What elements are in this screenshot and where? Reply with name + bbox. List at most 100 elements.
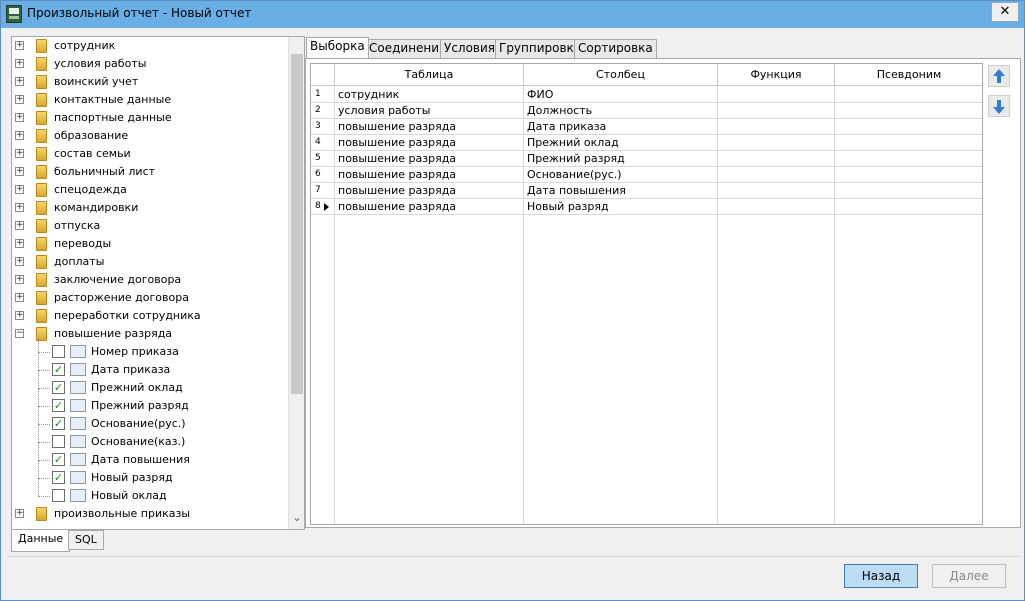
tree-field[interactable]: ✓ Прежний разряд xyxy=(12,397,288,415)
expand-icon[interactable]: + xyxy=(15,203,24,212)
expand-icon[interactable]: + xyxy=(15,167,24,176)
cell-table[interactable]: повышение разряда xyxy=(335,183,524,199)
tree-field[interactable]: Номер приказа xyxy=(12,343,288,361)
scroll-down-icon[interactable]: ⌄ xyxy=(291,511,303,525)
tree-folder[interactable]: + произвольные приказы xyxy=(12,505,288,523)
tab-selection[interactable]: Выборка xyxy=(306,37,369,58)
cell-alias[interactable] xyxy=(835,167,982,183)
expand-icon[interactable]: + xyxy=(15,59,24,68)
table-row[interactable]: 2 условия работы Должность xyxy=(311,103,982,119)
move-up-button[interactable] xyxy=(988,65,1010,87)
table-row[interactable]: 7 повышение разряда Дата повышения xyxy=(311,183,982,199)
collapse-icon[interactable]: − xyxy=(15,329,24,338)
table-row[interactable]: 4 повышение разряда Прежний оклад xyxy=(311,135,982,151)
expand-icon[interactable]: + xyxy=(15,185,24,194)
tree-field[interactable]: Основание(каз.) xyxy=(12,433,288,451)
cell-alias[interactable] xyxy=(835,199,982,215)
expand-icon[interactable]: + xyxy=(15,113,24,122)
cell-table[interactable]: повышение разряда xyxy=(335,119,524,135)
tab-joins[interactable]: Соединения xyxy=(365,39,451,58)
cell-table[interactable]: условия работы xyxy=(335,103,524,119)
checkbox-checked[interactable]: ✓ xyxy=(52,399,65,412)
header-alias[interactable]: Псевдоним xyxy=(835,64,982,86)
cell-func[interactable] xyxy=(718,135,835,151)
checkbox-checked[interactable]: ✓ xyxy=(52,381,65,394)
expand-icon[interactable]: + xyxy=(15,77,24,86)
cell-column[interactable]: Прежний разряд xyxy=(524,151,718,167)
header-table[interactable]: Таблица xyxy=(335,64,524,86)
checkbox-unchecked[interactable] xyxy=(52,435,65,448)
cell-table[interactable]: сотрудник xyxy=(335,87,524,103)
cell-column[interactable]: Дата приказа xyxy=(524,119,718,135)
tree-scrollbar[interactable]: ⌄ xyxy=(288,37,304,529)
cell-func[interactable] xyxy=(718,87,835,103)
expand-icon[interactable]: + xyxy=(15,257,24,266)
table-row[interactable]: 3 повышение разряда Дата приказа xyxy=(311,119,982,135)
cell-alias[interactable] xyxy=(835,103,982,119)
back-button[interactable]: Назад xyxy=(844,564,918,588)
expand-icon[interactable]: + xyxy=(15,275,24,284)
close-button[interactable]: ✕ xyxy=(991,2,1019,22)
tree-field[interactable]: ✓ Дата повышения xyxy=(12,451,288,469)
cell-table[interactable]: повышение разряда xyxy=(335,135,524,151)
tree-field[interactable]: ✓ Новый разряд xyxy=(12,469,288,487)
cell-column[interactable]: ФИО xyxy=(524,87,718,103)
expand-icon[interactable]: + xyxy=(15,41,24,50)
tab-grouping[interactable]: Группировка xyxy=(495,39,586,58)
expand-icon[interactable]: + xyxy=(15,95,24,104)
table-row[interactable]: 1 сотрудник ФИО xyxy=(311,87,982,103)
expand-icon[interactable]: + xyxy=(15,509,24,518)
tree-folder[interactable]: + образование xyxy=(12,127,288,145)
cell-alias[interactable] xyxy=(835,135,982,151)
table-row[interactable]: 8 повышение разряда Новый разряд xyxy=(311,199,982,215)
tree-folder[interactable]: + сотрудник xyxy=(12,37,288,55)
checkbox-checked[interactable]: ✓ xyxy=(52,417,65,430)
tree-field[interactable]: ✓ Дата приказа xyxy=(12,361,288,379)
cell-alias[interactable] xyxy=(835,151,982,167)
cell-func[interactable] xyxy=(718,119,835,135)
tree-folder[interactable]: + отпуска xyxy=(12,217,288,235)
tree-folder[interactable]: + спецодежда xyxy=(12,181,288,199)
cell-table[interactable]: повышение разряда xyxy=(335,199,524,215)
expand-icon[interactable]: + xyxy=(15,311,24,320)
tree-folder[interactable]: + воинский учет xyxy=(12,73,288,91)
checkbox-unchecked[interactable] xyxy=(52,345,65,358)
tree-folder[interactable]: + паспортные данные xyxy=(12,109,288,127)
cell-column[interactable]: Прежний оклад xyxy=(524,135,718,151)
cell-table[interactable]: повышение разряда xyxy=(335,167,524,183)
expand-icon[interactable]: + xyxy=(15,131,24,140)
cell-column[interactable]: Дата повышения xyxy=(524,183,718,199)
tree-scroll-thumb[interactable] xyxy=(291,54,303,394)
cell-column[interactable]: Основание(рус.) xyxy=(524,167,718,183)
cell-column[interactable]: Должность xyxy=(524,103,718,119)
tree-folder[interactable]: + контактные данные xyxy=(12,91,288,109)
move-down-button[interactable] xyxy=(988,95,1010,117)
checkbox-unchecked[interactable] xyxy=(52,489,65,502)
next-button[interactable]: Далее xyxy=(932,564,1006,588)
expand-icon[interactable]: + xyxy=(15,293,24,302)
tab-sql[interactable]: SQL xyxy=(68,530,104,550)
tree-folder[interactable]: − повышение разряда xyxy=(12,325,288,343)
cell-alias[interactable] xyxy=(835,87,982,103)
table-row[interactable]: 5 повышение разряда Прежний разряд xyxy=(311,151,982,167)
tab-sorting[interactable]: Сортировка xyxy=(574,39,657,58)
table-row[interactable]: 6 повышение разряда Основание(рус.) xyxy=(311,167,982,183)
expand-icon[interactable]: + xyxy=(15,221,24,230)
cell-table[interactable]: повышение разряда xyxy=(335,151,524,167)
cell-alias[interactable] xyxy=(835,119,982,135)
tree-folder[interactable]: + больничный лист xyxy=(12,163,288,181)
tree-field[interactable]: Новый оклад xyxy=(12,487,288,505)
tree-folder[interactable]: + заключение договора xyxy=(12,271,288,289)
expand-icon[interactable]: + xyxy=(15,149,24,158)
tree-folder[interactable]: + переработки сотрудника xyxy=(12,307,288,325)
cell-column[interactable]: Новый разряд xyxy=(524,199,718,215)
cell-func[interactable] xyxy=(718,199,835,215)
cell-alias[interactable] xyxy=(835,183,982,199)
tree-field[interactable]: ✓ Прежний оклад xyxy=(12,379,288,397)
tree-folder[interactable]: + условия работы xyxy=(12,55,288,73)
checkbox-checked[interactable]: ✓ xyxy=(52,471,65,484)
tree-folder[interactable]: + состав семьи xyxy=(12,145,288,163)
tree-folder[interactable]: + командировки xyxy=(12,199,288,217)
tree-folder[interactable]: + расторжение договора xyxy=(12,289,288,307)
tree-field[interactable]: ✓ Основание(рус.) xyxy=(12,415,288,433)
